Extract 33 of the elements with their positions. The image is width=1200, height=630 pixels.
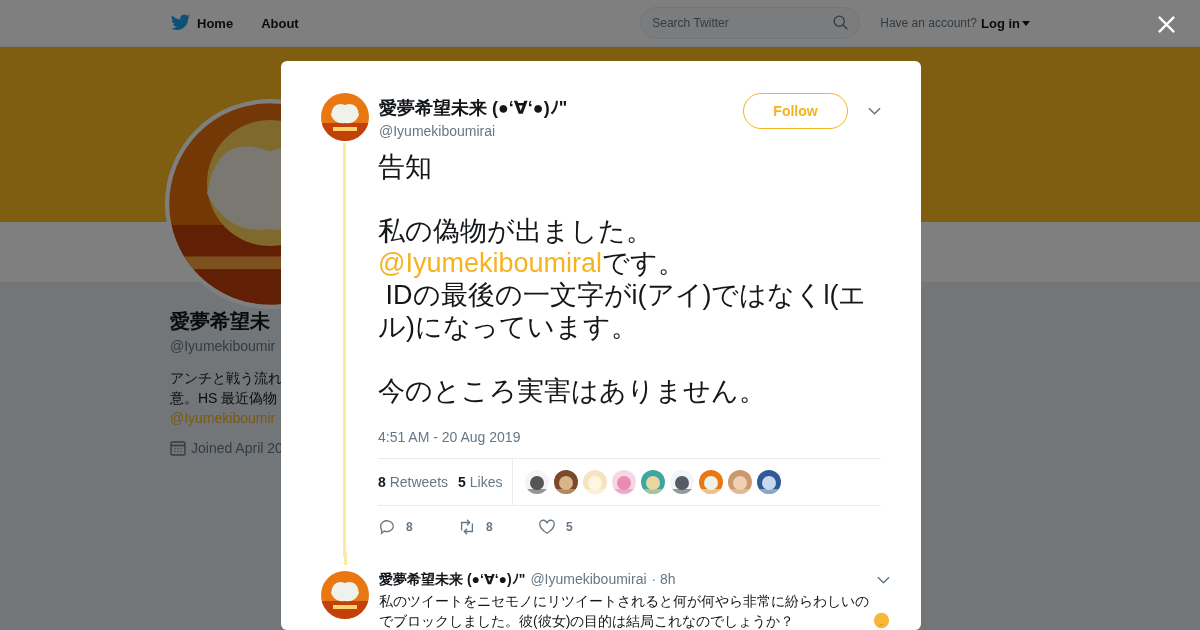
user-handle: @Iyumekiboumirai [530,571,647,587]
tweet-time: · 8h [651,571,676,587]
caret-icon [1022,20,1030,26]
reply-icon[interactable] [378,518,396,536]
chevron-icon[interactable] [868,107,881,115]
chevron-icon[interactable] [877,576,890,584]
account-prompt: Have an account? [880,16,977,30]
bio-text: アンチと戦う流れ [170,369,282,388]
nav-link[interactable]: About [261,15,299,31]
close-icon[interactable] [1157,15,1176,34]
login-link[interactable]: Log in [981,15,1030,31]
reply-count: 8 [406,520,413,534]
user-handle: @Iyumekiboumirai [379,122,497,139]
emoji-icon [873,612,890,629]
stat-link[interactable]: 8 Retweets [378,474,449,490]
user-name: 愛夢希望未来 (●‘∀‘●)ﾉ" [379,96,569,120]
bird-icon [170,14,191,32]
retweet-count: 8 [486,520,493,534]
like-icon[interactable] [538,518,556,536]
like-count: 5 [566,520,573,534]
user-name: 愛夢希望未来 (●‘∀‘●)ﾉ" [379,571,526,589]
profile-handle: @Iyumekiboumir [170,338,276,354]
tweet-text: 私のツイートをニセモノにリツイートされると何が何やら非常に紛らわしいのでブロックしました。彼(彼女)の目的は結局これなのでしょうか？ [379,592,870,630]
calendar-icon [170,440,186,456]
bio-text: 意。HS 最近偽物 [170,389,278,408]
retweet-icon[interactable] [458,518,476,536]
search-field[interactable]: Search Twitter [640,7,861,39]
nav-link[interactable]: Home [170,14,234,32]
profile-name: 愛夢希望未 [170,309,270,334]
tweet-text: 告知 私の偽物が出ました。 @Iyumekiboumiralです。 IDの最後の一文字がi(アイ)ではなくl(エル)になっています。 今のところ実害はありません。 [378,151,868,407]
tweet-time: 4:51 AM - 20 Aug 2019 [378,429,522,445]
stat-link[interactable]: 5 Likes [458,474,503,490]
search-icon[interactable] [832,14,850,31]
